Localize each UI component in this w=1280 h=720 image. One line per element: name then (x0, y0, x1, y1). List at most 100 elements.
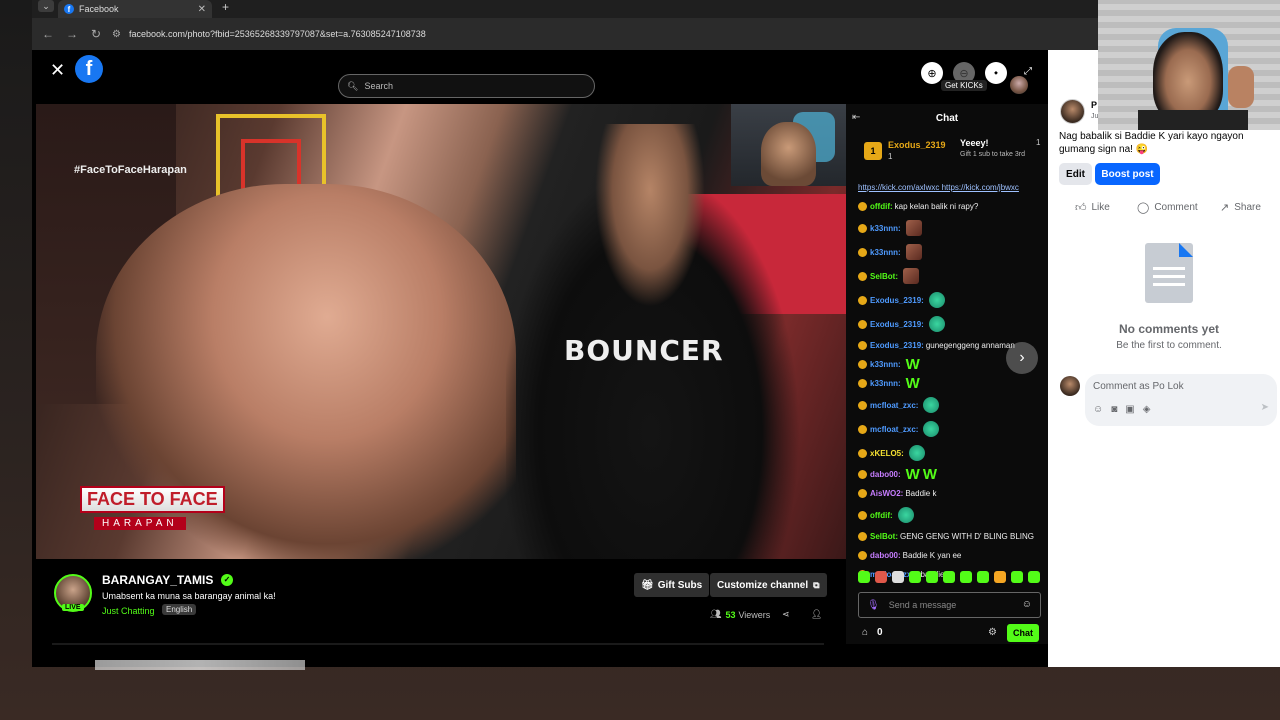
mic-icon[interactable]: 🎙︎ (867, 600, 880, 611)
stream-video[interactable]: BOUNCER #FaceToFaceHarapan FACE TO FACE … (36, 104, 846, 559)
chat-username[interactable]: mcfloat_zxc: (870, 424, 918, 435)
boost-post-button[interactable]: Boost post (1095, 163, 1160, 185)
follow-icon[interactable]: 👤︎ (811, 609, 822, 620)
expand-icon[interactable]: ⤢ (1024, 66, 1032, 77)
new-tab-button[interactable]: + (222, 0, 229, 14)
chat-username[interactable]: dabo00: (870, 550, 901, 561)
facebook-logo-icon[interactable]: f (75, 55, 103, 83)
search-input[interactable]: 🔍︎ Search (338, 74, 595, 98)
chat-text: GENG GENG WITH D' BLING BLING (900, 532, 1034, 541)
chat-username[interactable]: Exodus_2319: (870, 295, 924, 306)
pip-webcam (731, 104, 846, 186)
emote-icon[interactable] (926, 571, 938, 583)
chat-username[interactable]: AisWO2: (870, 488, 903, 499)
language-tag[interactable]: English (162, 604, 197, 615)
chat-username[interactable]: mcfloat_zxc: (870, 400, 918, 411)
get-kicks-button[interactable]: Get KICKs (941, 80, 987, 91)
browser-tab[interactable]: f Facebook ✕ (58, 0, 212, 18)
url-field[interactable]: ⚙ facebook.com/photo?fbid=25365268339797… (112, 23, 426, 45)
chat-text[interactable]: https://kick.com/axlwxc https://kick.com… (858, 182, 1019, 193)
chat-username[interactable]: k33nnn: (870, 359, 901, 370)
chat-emote-icon (903, 268, 919, 284)
chat-message: SelBot: GENG GENG WITH D' BLING BLING (858, 531, 1044, 542)
chat-username[interactable]: xKELO5: (870, 448, 904, 459)
chat-username[interactable]: SelBot: (870, 531, 898, 542)
chat-username[interactable]: offdif: (870, 510, 893, 521)
category-link[interactable]: Just Chatting (102, 606, 155, 616)
channel-name[interactable]: BARANGAY_TAMIS (102, 573, 213, 587)
chat-emote-icon (905, 220, 922, 236)
webcam-hand (1228, 66, 1254, 108)
send-message-input[interactable]: 🎙︎ Send a message ☺ (858, 592, 1041, 618)
avatar[interactable] (1060, 376, 1080, 396)
customize-label: Customize channel (717, 579, 809, 591)
post-author[interactable]: P (1091, 100, 1097, 110)
user-badge-icon (858, 424, 867, 434)
chat-username[interactable]: k33nnn: (870, 378, 901, 389)
store-icon[interactable]: ⌂ (862, 627, 868, 638)
emote-icon[interactable] (892, 571, 904, 583)
leaderboard-user[interactable]: Yeeey! (960, 138, 989, 148)
send-icon[interactable]: ➤ (1261, 402, 1269, 413)
sticker-icon[interactable]: ◈ (1143, 404, 1159, 415)
background-strip (95, 660, 305, 670)
chat-emote-icon: W (905, 356, 920, 373)
emote-icon[interactable] (875, 571, 887, 583)
next-photo-icon[interactable]: › (1006, 342, 1038, 374)
edit-button[interactable]: Edit (1059, 163, 1092, 185)
reload-icon[interactable]: ↻ (84, 27, 108, 41)
forward-icon[interactable]: → (60, 27, 84, 41)
tab-close-icon[interactable]: ✕ (198, 4, 206, 15)
emote-icon[interactable] (960, 571, 972, 583)
gift-subs-button[interactable]: 🎁︎ Gift Subs (634, 573, 710, 597)
show-logo: FACE TO FACE HARAPAN (80, 486, 246, 530)
author-avatar[interactable] (1060, 99, 1085, 124)
customize-channel-button[interactable]: Customize channel ⧉ (710, 573, 827, 597)
external-link-icon: ⧉ (813, 579, 820, 590)
share-button[interactable]: ↗ Share (1220, 201, 1261, 214)
site-info-icon[interactable]: ⚙ (112, 29, 121, 40)
chat-emote-icon (923, 397, 940, 413)
emote-icon[interactable] (977, 571, 989, 583)
avatar[interactable] (1010, 76, 1028, 94)
viewers-icon: 👥︎ (710, 609, 722, 619)
chat-message: offdif: (858, 507, 1044, 523)
gift-icon: 🎁︎ (641, 579, 654, 591)
share-icon[interactable]: ⋖ (782, 609, 790, 620)
zoom-in-icon[interactable]: ⊕ (921, 62, 943, 84)
chat-message: k33nnn: (858, 220, 1044, 236)
emote-icon[interactable] (909, 571, 921, 583)
comment-placeholder: Comment as Po Lok (1093, 381, 1184, 392)
chat-username[interactable]: offdif: (870, 201, 893, 212)
emote-icon[interactable] (943, 571, 955, 583)
comment-button[interactable]: ◯ Comment (1137, 201, 1198, 214)
close-icon[interactable]: ✕ (50, 60, 65, 81)
leaderboard-user[interactable]: Exodus_2319 (888, 140, 946, 150)
emoji-icon[interactable]: ☺ (1022, 599, 1032, 610)
gif-icon[interactable]: ▣ (1125, 404, 1142, 415)
back-icon[interactable]: ← (36, 27, 60, 41)
chat-messages: https://kick.com/axlwxc https://kick.com… (858, 182, 1044, 588)
gear-icon[interactable]: ⚙ (988, 627, 997, 638)
chat-username[interactable]: Exodus_2319: (870, 340, 924, 351)
chat-text: Baddie K yan ee (902, 551, 962, 560)
emote-icon[interactable] (1028, 571, 1040, 583)
chat-username[interactable]: k33nnn: (870, 247, 901, 258)
camera-icon[interactable]: ◙ (1111, 404, 1125, 415)
emote-icon[interactable] (1011, 571, 1023, 583)
like-button[interactable]: 👍︎ Like (1075, 201, 1110, 214)
chat-username[interactable]: Exodus_2319: (870, 319, 924, 330)
user-badge-icon (858, 223, 867, 233)
chat-title: Chat (935, 112, 959, 124)
chat-send-button[interactable]: Chat (1007, 624, 1039, 642)
chat-username[interactable]: dabo00: (870, 469, 901, 480)
chat-username[interactable]: SelBot: (870, 271, 898, 282)
emote-icon[interactable] (994, 571, 1006, 583)
chat-username[interactable]: k33nnn: (870, 223, 901, 234)
tab-search-dropdown[interactable]: ⌄ (38, 0, 54, 12)
emoji-icon[interactable]: ☺ (1093, 404, 1111, 415)
chat-message: k33nnn: (858, 244, 1044, 260)
tag-icon[interactable]: ⬩ (985, 62, 1007, 84)
comment-input[interactable]: Comment as Po Lok ☺◙▣◈ ➤ (1085, 374, 1277, 426)
emote-icon[interactable] (858, 571, 870, 583)
